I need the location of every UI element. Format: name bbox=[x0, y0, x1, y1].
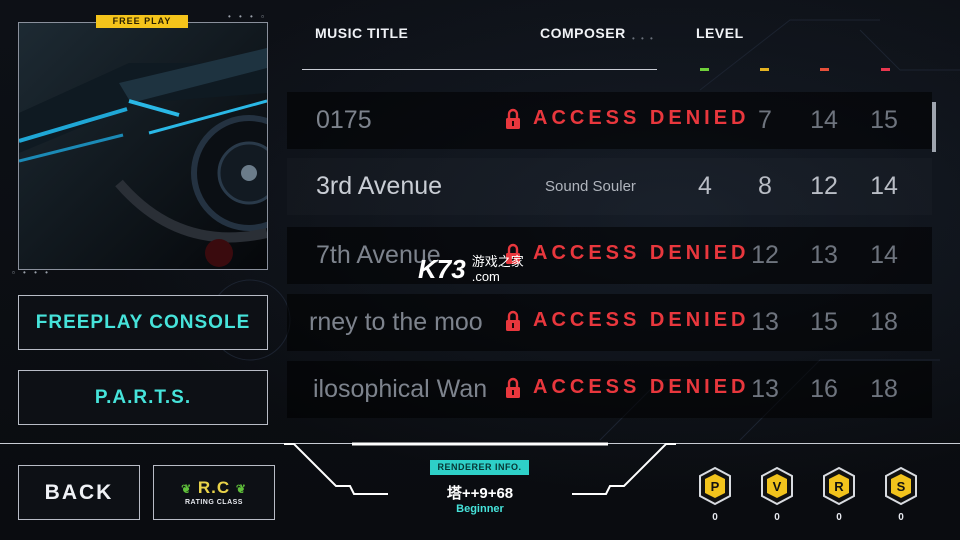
watermark-logo: K73 bbox=[418, 254, 466, 284]
access-denied-text: ACCESS DENIED bbox=[533, 242, 750, 264]
lock-icon bbox=[506, 310, 520, 331]
level-easy-marker bbox=[700, 68, 709, 71]
level-3: 12 bbox=[810, 172, 838, 200]
jacket-art bbox=[19, 23, 267, 269]
song-row-7th-avenue[interactable]: 7th Avenue 12 13 14 ACCESS DENIED bbox=[287, 227, 932, 284]
level-normal-marker bbox=[760, 68, 769, 71]
rating-class-title: ❦ R.C ❦ bbox=[154, 478, 274, 498]
badge-letter: R bbox=[834, 479, 844, 494]
badge-v[interactable]: V 0 bbox=[759, 466, 795, 523]
lock-icon bbox=[506, 377, 520, 398]
level-extra-marker bbox=[881, 68, 890, 71]
level-4: 15 bbox=[870, 106, 898, 134]
laurel-left-icon: ❦ bbox=[181, 482, 193, 496]
back-button[interactable]: BACK bbox=[18, 465, 140, 520]
laurel-right-icon: ❦ bbox=[235, 482, 247, 496]
song-list-scrollbar[interactable] bbox=[932, 102, 936, 152]
header-divider bbox=[302, 69, 657, 70]
song-row-journey-to-the-moon[interactable]: rney to the moo 13 15 18 ACCESS DENIED bbox=[287, 294, 932, 351]
badge-count: 0 bbox=[712, 512, 718, 523]
level-2: 7 bbox=[758, 106, 772, 134]
access-denied-label: ACCESS DENIED bbox=[505, 242, 749, 265]
level-3: 13 bbox=[810, 241, 838, 269]
renderer-info-tag: RENDERER INFO. bbox=[430, 460, 529, 475]
song-title: rney to the moo bbox=[309, 308, 483, 336]
level-4: 14 bbox=[870, 172, 898, 200]
badge-letter: S bbox=[897, 479, 906, 494]
badge-s[interactable]: S 0 bbox=[883, 466, 919, 523]
badge-count: 0 bbox=[898, 512, 904, 523]
level-3: 15 bbox=[810, 308, 838, 336]
badge-count: 0 bbox=[774, 512, 780, 523]
header-composer: COMPOSER bbox=[540, 25, 626, 41]
parts-button[interactable]: P.A.R.T.S. bbox=[18, 370, 268, 425]
site-watermark: K73 游戏之家 .com bbox=[418, 254, 524, 285]
level-2: 8 bbox=[758, 172, 772, 200]
access-denied-text: ACCESS DENIED bbox=[533, 309, 750, 331]
level-3: 16 bbox=[810, 375, 838, 403]
rating-class-rc: R.C bbox=[197, 478, 231, 497]
access-denied-text: ACCESS DENIED bbox=[533, 107, 750, 129]
freeplay-console-button[interactable]: FREEPLAY CONSOLE bbox=[18, 295, 268, 350]
song-title: ilosophical Wan bbox=[313, 375, 488, 403]
badge-r[interactable]: R 0 bbox=[821, 466, 857, 523]
level-4: 18 bbox=[870, 308, 898, 336]
level-3: 14 bbox=[810, 106, 838, 134]
rating-class-button[interactable]: ❦ R.C ❦ RATING CLASS bbox=[153, 465, 275, 520]
watermark-cn: 游戏之家 bbox=[471, 254, 524, 269]
rating-class-label: RATING CLASS bbox=[185, 499, 243, 506]
badge-letter: V bbox=[773, 479, 782, 494]
song-jacket[interactable] bbox=[18, 22, 268, 270]
v-badge-icon: V bbox=[761, 466, 793, 506]
access-denied-text: ACCESS DENIED bbox=[533, 376, 750, 398]
header-music-title: MUSIC TITLE bbox=[315, 25, 409, 41]
watermark-text: 游戏之家 .com bbox=[471, 254, 524, 285]
song-row-philosophical-wanderer[interactable]: ilosophical Wan 13 16 18 ACCESS DENIED bbox=[287, 361, 932, 418]
renderer-class: Beginner bbox=[456, 503, 504, 515]
level-hard-marker bbox=[820, 68, 829, 71]
level-2: 12 bbox=[751, 241, 779, 269]
renderer-name: 塔++9+68 bbox=[446, 485, 514, 502]
level-1: 4 bbox=[698, 172, 712, 200]
header-level: LEVEL bbox=[696, 25, 744, 41]
access-denied-label: ACCESS DENIED bbox=[505, 309, 749, 332]
song-row-3rd-avenue[interactable]: 3rd Avenue Sound Souler 4 8 12 14 bbox=[287, 158, 932, 215]
song-composer: Sound Souler bbox=[545, 178, 636, 195]
access-denied-label: ACCESS DENIED bbox=[505, 107, 749, 130]
free-play-tag: FREE PLAY bbox=[96, 15, 188, 28]
watermark-sub: .com bbox=[471, 269, 500, 284]
badge-p[interactable]: P 0 bbox=[697, 466, 733, 523]
access-denied-label: ACCESS DENIED bbox=[505, 376, 749, 399]
level-2: 13 bbox=[751, 375, 779, 403]
song-row-0175[interactable]: 0175 7 14 15 ACCESS DENIED bbox=[287, 92, 932, 149]
s-badge-icon: S bbox=[885, 466, 917, 506]
header-dots: • • • bbox=[632, 34, 655, 43]
p-badge-icon: P bbox=[699, 466, 731, 506]
song-title: 3rd Avenue bbox=[316, 172, 443, 200]
badge-letter: P bbox=[711, 479, 720, 494]
lock-icon bbox=[506, 108, 520, 129]
level-4: 18 bbox=[870, 375, 898, 403]
level-4: 14 bbox=[870, 241, 898, 269]
jacket-corner-dots: • • • ▫ bbox=[228, 12, 267, 21]
badge-count: 0 bbox=[836, 512, 842, 523]
song-title: 0175 bbox=[316, 106, 372, 134]
r-badge-icon: R bbox=[823, 466, 855, 506]
level-2: 13 bbox=[751, 308, 779, 336]
jacket-corner-dots-bottom: ▫ • • • bbox=[12, 268, 51, 277]
